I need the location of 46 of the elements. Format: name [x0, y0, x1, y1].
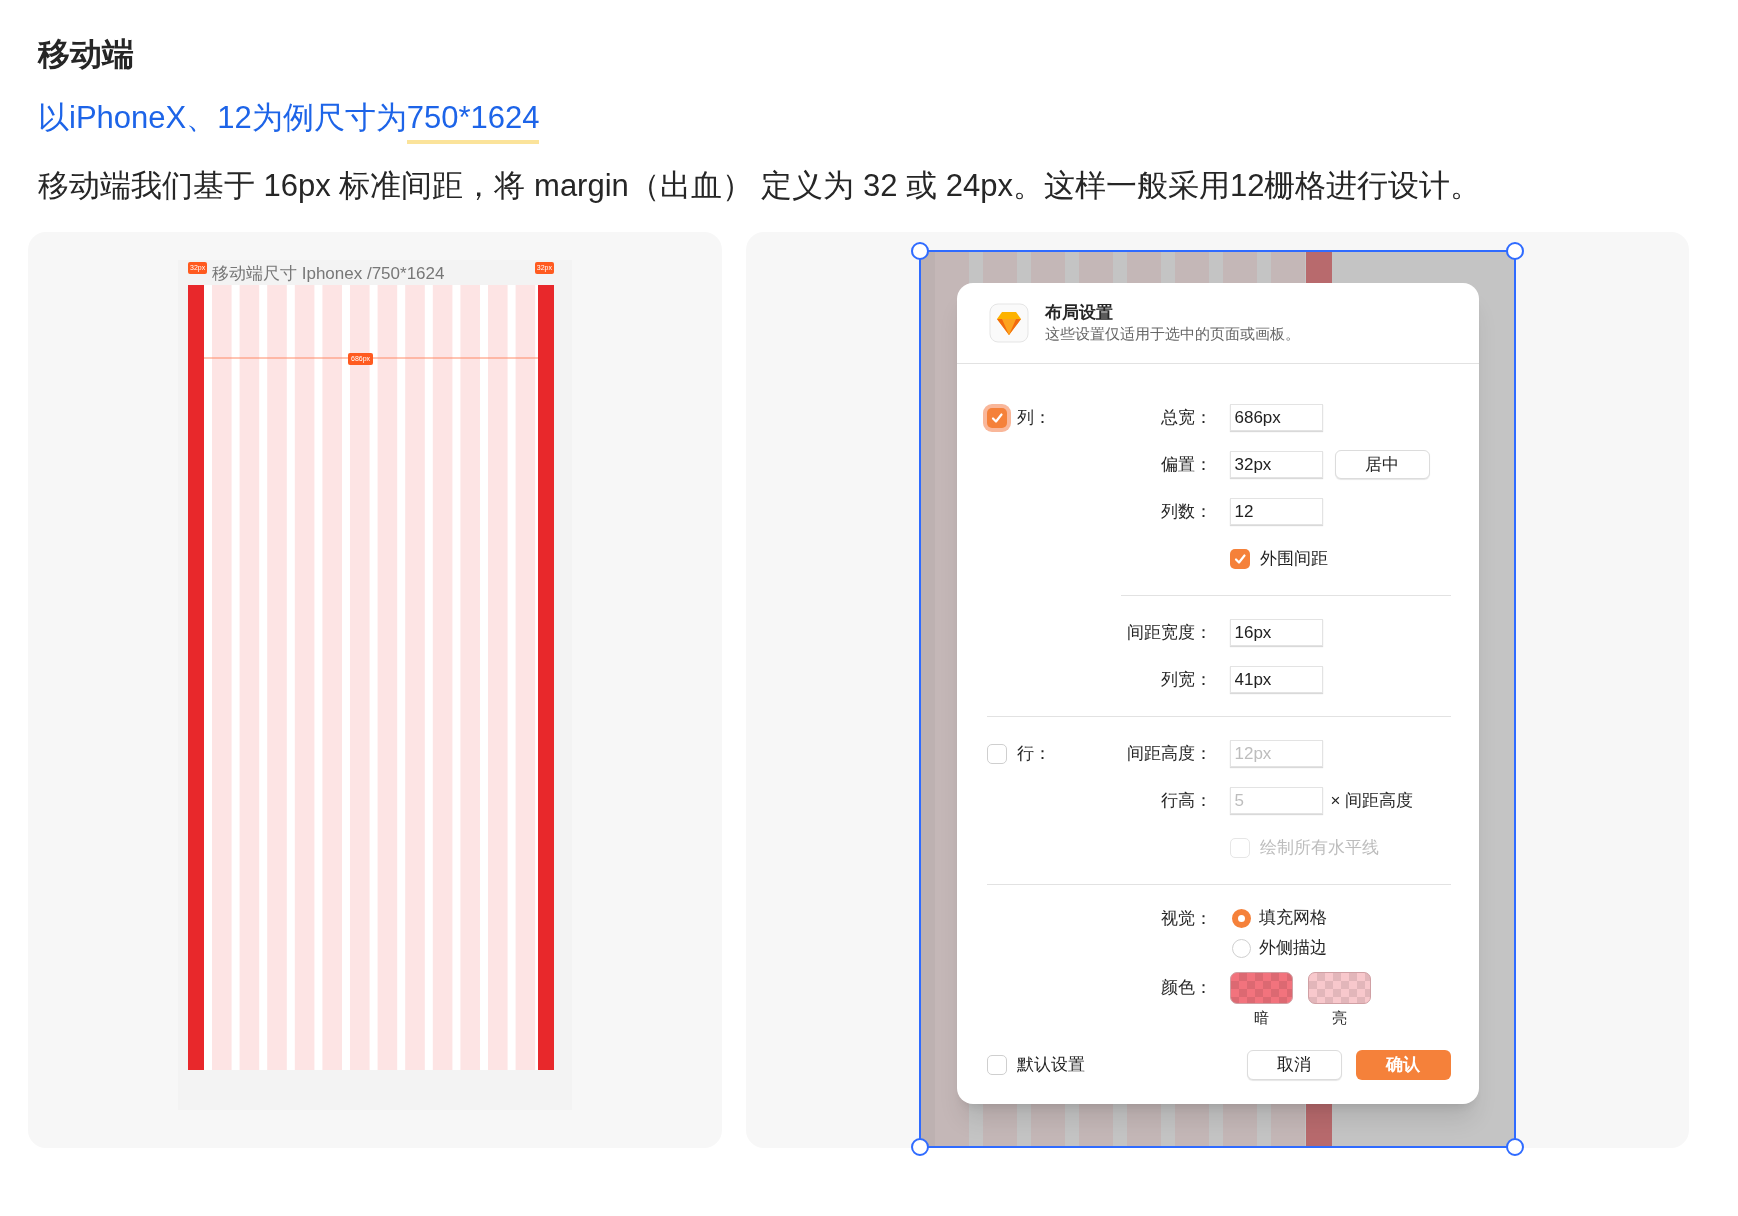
field-label: 偏置： — [1159, 453, 1212, 476]
checkbox-label: 默认设置 — [1016, 1054, 1085, 1077]
input-field[interactable]: 16px — [1229, 619, 1323, 646]
checkbox[interactable] — [986, 743, 1007, 764]
input-field[interactable]: 12 — [1229, 498, 1323, 525]
input-field[interactable]: 32px — [1229, 451, 1323, 478]
field-label: 颜色： — [1159, 977, 1212, 999]
input-field[interactable]: 686px — [1229, 404, 1323, 431]
section-heading: 移动端 — [38, 35, 134, 74]
suffix-label: × 间距高度 — [1330, 789, 1414, 812]
checkbox[interactable] — [986, 1055, 1007, 1075]
swatch-label: 亮 — [1331, 1008, 1347, 1028]
checkbox-label[interactable]: 外围间距 — [1259, 545, 1328, 572]
field-label: 总宽： — [1159, 406, 1212, 429]
checkbox-label: 行： — [1016, 742, 1051, 765]
color-swatch[interactable] — [1307, 972, 1371, 1004]
radio-button[interactable] — [1231, 938, 1251, 958]
resize-handle[interactable] — [911, 1138, 929, 1156]
radio-label: 填充网格 — [1258, 907, 1327, 930]
field-label: 间距高度： — [1125, 742, 1212, 765]
diamond-app-icon — [988, 303, 1029, 343]
artboard-title: 移动端尺寸 Iphonex /750*1624 — [212, 263, 445, 285]
color-swatch[interactable] — [1229, 972, 1293, 1004]
center-button[interactable]: 居中 — [1334, 450, 1430, 479]
field-label: 列数： — [1159, 500, 1212, 523]
checkmark-icon — [1232, 551, 1247, 566]
checkmark-icon — [989, 410, 1004, 425]
checkbox[interactable] — [1229, 548, 1250, 569]
resize-handle[interactable] — [911, 242, 929, 260]
input-field[interactable]: 41px — [1229, 666, 1323, 693]
resize-handle[interactable] — [1506, 1138, 1524, 1156]
resize-handle[interactable] — [1506, 242, 1524, 260]
dialog-title: 布局设置 — [1044, 302, 1114, 324]
field-label: 间距宽度： — [1125, 621, 1212, 644]
field-label: 行高： — [1159, 789, 1212, 812]
radio-label: 外侧描边 — [1258, 937, 1327, 960]
field-label: 视觉： — [1159, 908, 1212, 930]
swatch-label: 暗 — [1253, 1008, 1269, 1028]
checkbox-label: 列： — [1016, 406, 1051, 429]
field-label: 列宽： — [1159, 668, 1212, 691]
dialog-subtitle: 这些设置仅适用于选中的页面或画板。 — [1044, 324, 1300, 344]
cancel-button[interactable]: 取消 — [1246, 1050, 1342, 1080]
radio-button[interactable] — [1231, 908, 1251, 928]
body-paragraph: 移动端我们基于 16px 标准间距，将 margin（出血） 定义为 32 或 24px。这样一般采用12栅格进行设计。 — [38, 167, 1482, 205]
highlighted-size[interactable]: 750*1624 — [406, 96, 540, 144]
subtitle-link[interactable]: 以iPhoneX、12为例尺寸为 — [38, 96, 407, 144]
